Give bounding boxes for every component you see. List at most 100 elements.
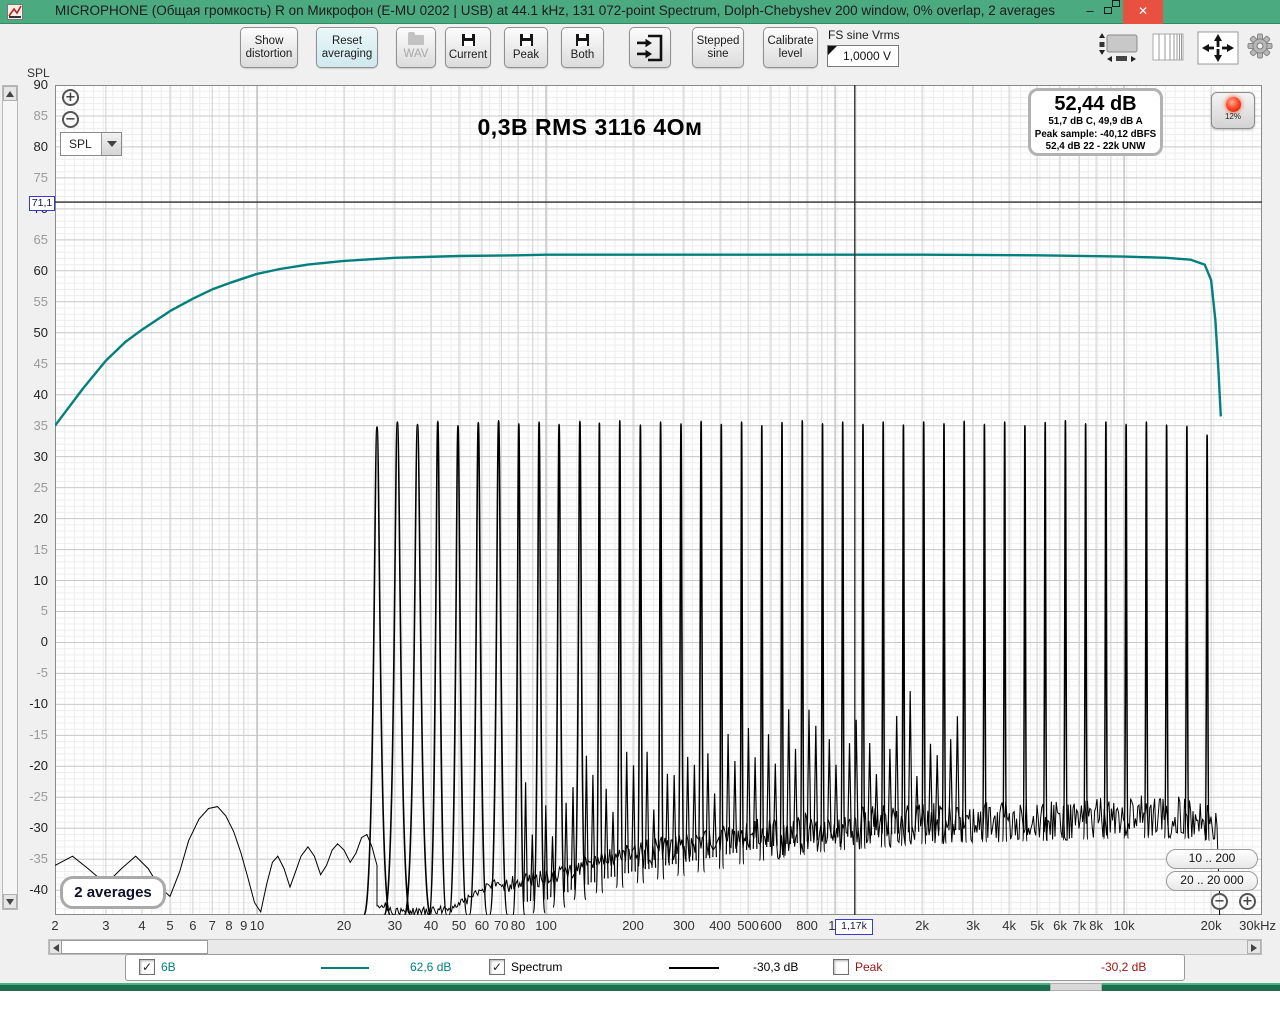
x-tick-label: 5k: [1030, 918, 1044, 933]
horizontal-scrollbar-thumb[interactable]: [61, 940, 208, 954]
y-tick-label: 10: [33, 572, 48, 588]
y-tick-label: 15: [33, 541, 48, 557]
range-10-200-button[interactable]: 10 .. 200: [1166, 849, 1258, 869]
fs-sine-vrms-input[interactable]: [827, 45, 899, 67]
y-tick-label: 80: [33, 138, 48, 154]
x-tick-label: 7: [208, 918, 216, 933]
x-tick-label: 100: [535, 918, 557, 933]
x-tick-label: 3k: [966, 918, 980, 933]
horizontal-scrollbar[interactable]: [48, 939, 1262, 955]
legend-checkbox-peak[interactable]: [833, 959, 849, 975]
y-tick-label: -15: [29, 727, 48, 743]
axis-mode-dropdown[interactable]: SPL: [60, 132, 122, 156]
zoom-out-button[interactable]: −: [62, 111, 79, 128]
y-tick-label: 20: [33, 510, 48, 526]
maximize-button[interactable]: [1101, 0, 1123, 24]
save-current-button[interactable]: Current: [445, 27, 491, 68]
x-tick-label: 800: [796, 918, 818, 933]
legend-bar: ✓ 6В 62,6 dB ✓ Spectrum -30,3 dB Peak -3…: [125, 954, 1185, 981]
x-tick-label: 600: [760, 918, 782, 933]
scroll-down-button[interactable]: [3, 894, 17, 909]
x-tick-label: 70: [494, 918, 509, 933]
y-tick-label: -10: [29, 696, 48, 712]
readout-main-level: 52,44 dB: [1054, 93, 1137, 115]
y-tick-label: 50: [33, 324, 48, 340]
averages-badge: 2 averages: [60, 876, 166, 909]
input-level-percent: 12%: [1224, 112, 1241, 121]
y-tick-label: -35: [29, 851, 48, 867]
vertical-scrollbar[interactable]: [2, 85, 18, 910]
folder-icon: [408, 31, 424, 45]
app-icon: [7, 4, 23, 20]
x-tick-label: 40: [423, 918, 439, 933]
x-tick-label: 2k: [915, 918, 929, 933]
wav-label: WAV: [403, 47, 429, 60]
x-tick-label: 8k: [1089, 918, 1103, 933]
minimize-button[interactable]: –: [1079, 0, 1101, 24]
y-tick-label: 55: [33, 293, 48, 309]
reset-averaging-button[interactable]: Reset averaging: [316, 27, 378, 68]
x-tick-label: 7k: [1072, 918, 1087, 933]
spectrum-analyzer-window: MICROPHONE (Общая громкость) R on Микроф…: [0, 0, 1280, 1024]
chart-title: 0,3В RMS 3116 4Ом: [477, 114, 703, 140]
x-tick-label: 80: [510, 918, 526, 933]
save-both-button[interactable]: Both: [561, 27, 604, 68]
y-tick-label: 40: [33, 386, 48, 402]
save-peak-button[interactable]: Peak: [504, 27, 548, 68]
x-tick-label: 30kHz: [1239, 918, 1277, 933]
arrows-into-box-icon: [637, 34, 663, 61]
spectrum-plot[interactable]: [54, 84, 1263, 917]
settings-gear-icon[interactable]: [1246, 32, 1274, 65]
readout-peak-sample: Peak sample: -40,12 dBFS: [1034, 128, 1157, 140]
zoom-in-button[interactable]: +: [62, 89, 79, 106]
calibrate-level-button[interactable]: Calibrate level: [763, 27, 818, 68]
cursor-level-box[interactable]: 71,1: [29, 196, 55, 211]
y-tick-label: 75: [33, 169, 48, 185]
legend-value-response: 62,6 dB: [410, 960, 452, 974]
down-arrow-icon: [6, 899, 14, 905]
x-tick-label: 6k: [1053, 918, 1067, 933]
y-tick-label: 60: [33, 262, 48, 278]
show-distortion-button[interactable]: Show distortion: [240, 27, 298, 68]
x-tick-label: 5: [166, 918, 174, 933]
legend-checkbox-spectrum[interactable]: ✓: [489, 959, 505, 975]
legend-checkbox-response[interactable]: ✓: [139, 959, 155, 975]
stepped-sine-button[interactable]: Stepped sine: [692, 27, 744, 68]
legend-value-spectrum: -30,3 dB: [753, 960, 799, 974]
x-tick-label: 9: [240, 918, 248, 933]
scroll-up-button[interactable]: [3, 86, 17, 101]
y-tick-label: -5: [36, 665, 48, 681]
range-20-20000-button[interactable]: 20 .. 20 000: [1166, 871, 1258, 891]
capture-input-button[interactable]: [629, 27, 671, 68]
background-window-body: [0, 991, 1280, 1024]
save-icon: [576, 33, 589, 46]
x-tick-label: 4k: [1002, 918, 1016, 933]
y-tick-label: 0: [40, 634, 48, 650]
plot-canvas[interactable]: [54, 84, 1263, 917]
save-icon: [461, 33, 475, 46]
pan-icon[interactable]: [1197, 31, 1239, 70]
zoom-in-x-button[interactable]: +: [1239, 893, 1256, 910]
close-button[interactable]: ✕: [1123, 0, 1163, 24]
x-tick-label: 400: [709, 918, 731, 933]
chevron-down-icon: [101, 133, 121, 155]
x-tick-label: 500: [737, 918, 759, 933]
y-tick-label: -20: [29, 758, 48, 774]
save-wav-button[interactable]: WAV: [396, 27, 436, 68]
both-label: Both: [570, 48, 595, 61]
x-tick-label: 6: [189, 918, 197, 933]
input-corner-marker-icon: [828, 46, 837, 55]
up-arrow-icon: [6, 91, 14, 97]
display-settings-icon[interactable]: [1098, 32, 1144, 69]
y-tick-label: 90: [33, 77, 48, 92]
x-tick-label: 300: [673, 918, 695, 933]
x-tick-label: 8: [225, 918, 233, 933]
scroll-right-button[interactable]: [1247, 940, 1261, 954]
grid-scale-icon[interactable]: [1152, 33, 1184, 66]
input-level-led-button[interactable]: 12%: [1211, 92, 1255, 129]
cursor-frequency-box[interactable]: 1,17k: [835, 919, 873, 935]
y-tick-label: 35: [33, 417, 48, 433]
y-tick-label: 65: [33, 231, 48, 247]
zoom-out-x-button[interactable]: −: [1211, 893, 1228, 910]
y-tick-label: -40: [29, 882, 48, 898]
